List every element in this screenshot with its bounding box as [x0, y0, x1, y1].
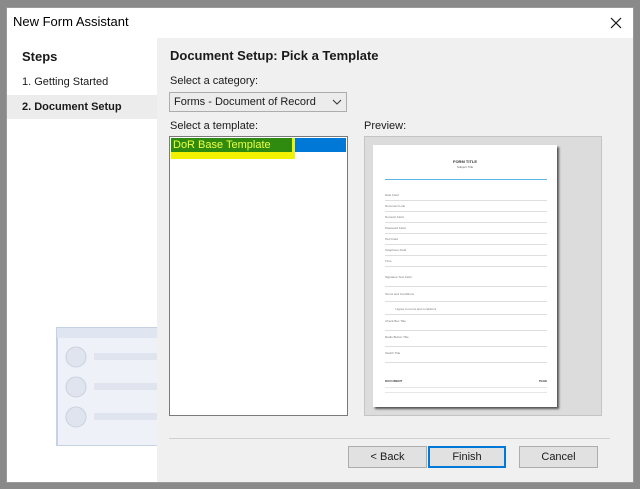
template-name: DoR Base Template [173, 139, 271, 151]
step-getting-started: 1. Getting Started [22, 76, 109, 88]
preview-line [385, 210, 547, 212]
category-select[interactable]: Forms - Document of Record [169, 92, 347, 112]
preview-field: Document Link [385, 204, 406, 208]
steps-sidebar: Steps 1. Getting Started 2. Document Set… [7, 38, 157, 482]
finish-button[interactable]: Finish [428, 446, 506, 468]
preview-title: FORM TITLE [453, 159, 477, 164]
preview-line [385, 386, 547, 388]
title-bar: New Form Assistant [7, 8, 633, 38]
preview-field: Signature Text Field [385, 275, 412, 279]
window-title: New Form Assistant [13, 14, 129, 29]
preview-field: I agree to terms and conditions [395, 307, 437, 311]
cancel-button[interactable]: Cancel [519, 446, 598, 468]
template-list[interactable]: DoR Base Template [169, 136, 348, 416]
button-separator [169, 438, 610, 439]
preview-line [385, 391, 547, 393]
preview-field: Radio Button Title [385, 335, 409, 339]
preview-field: Telephone Field [385, 248, 407, 252]
preview-line [385, 221, 547, 223]
preview-line [385, 232, 547, 234]
preview-label: Preview: [364, 120, 407, 132]
preview-field: Password Field [385, 226, 406, 230]
form-illustration-icon [56, 327, 157, 446]
preview-field: Check Box Title [385, 319, 406, 323]
step-document-setup: 2. Document Setup [7, 95, 157, 119]
preview-line [385, 361, 547, 363]
category-label: Select a category: [170, 75, 259, 87]
preview-footer-left: DOCUMENT [385, 379, 403, 383]
preview-line [385, 300, 547, 302]
category-value: Forms - Document of Record [174, 96, 316, 108]
close-icon[interactable] [605, 12, 627, 34]
page-title: Document Setup: Pick a Template [170, 48, 379, 63]
template-preview: FORM TITLE Subject Title Date Field Docu… [364, 136, 602, 416]
preview-field: Terms and Conditions [385, 292, 415, 296]
template-label: Select a template: [170, 120, 259, 132]
preview-line [385, 329, 547, 331]
preview-field: Text Field [385, 237, 398, 241]
preview-field: Switch Title [385, 351, 401, 355]
preview-line [385, 254, 547, 256]
preview-field: Numeric Field [385, 215, 404, 219]
new-form-assistant-dialog: New Form Assistant Steps 1. Getting Star… [6, 7, 634, 483]
preview-line [385, 243, 547, 245]
preview-line [385, 345, 547, 347]
preview-divider [385, 179, 547, 180]
preview-footer-right: PAGE [539, 379, 548, 383]
main-panel: Document Setup: Pick a Template Select a… [157, 38, 633, 482]
list-item[interactable]: DoR Base Template [171, 138, 346, 159]
preview-subtitle: Subject Title [456, 165, 474, 169]
chevron-down-icon [332, 99, 342, 105]
preview-field: Date Field [385, 193, 399, 197]
preview-field: Time [385, 259, 392, 263]
preview-line [385, 285, 547, 287]
preview-line [385, 265, 547, 267]
preview-page: FORM TITLE Subject Title Date Field Docu… [373, 145, 557, 407]
back-button[interactable]: < Back [348, 446, 427, 468]
preview-line [385, 313, 547, 315]
preview-line [385, 199, 547, 201]
steps-heading: Steps [22, 49, 58, 64]
